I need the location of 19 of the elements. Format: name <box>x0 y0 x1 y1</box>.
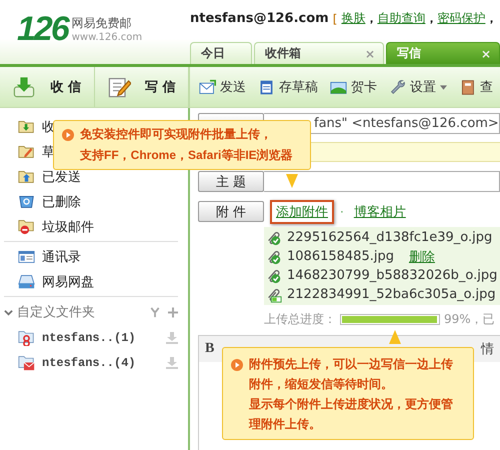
site-url: www.126.com <box>72 32 142 43</box>
file-name: 2295162564_d138fc1e39_o.jpg <box>287 230 492 245</box>
file-name: 1468230799_b58832026b_o.jpg <box>287 268 498 283</box>
bracket: [ <box>332 12 338 26</box>
logo: 126 <box>17 10 68 48</box>
file-name: 2122834991_52ba6c305a_o.jpg <box>287 287 496 302</box>
file-name: 1086158485.jpg <box>287 249 394 264</box>
brand-name: 网易免费邮 <box>72 15 133 32</box>
separator: · <box>340 204 344 218</box>
progress-reading: 99%，已 <box>444 310 495 328</box>
section-title: 自定义文件夹 <box>17 304 96 321</box>
separator: ， <box>365 10 378 27</box>
separator: ， <box>425 10 438 27</box>
progress-label: 上传总进度： <box>264 310 336 328</box>
tooltip-text: 显示每个附件上传进度状况，更方便管理附件上传。 <box>249 396 454 433</box>
tooltip-text: 支持FF，Chrome，Safari等非IE浏览器 <box>80 147 292 164</box>
separator: ， <box>485 10 498 27</box>
tooltip-text: 附件预先上传，可以一边写信一边上传附件，缩短发信等待时间。 <box>249 356 454 393</box>
user-email: ntesfans@126.com <box>190 11 329 26</box>
